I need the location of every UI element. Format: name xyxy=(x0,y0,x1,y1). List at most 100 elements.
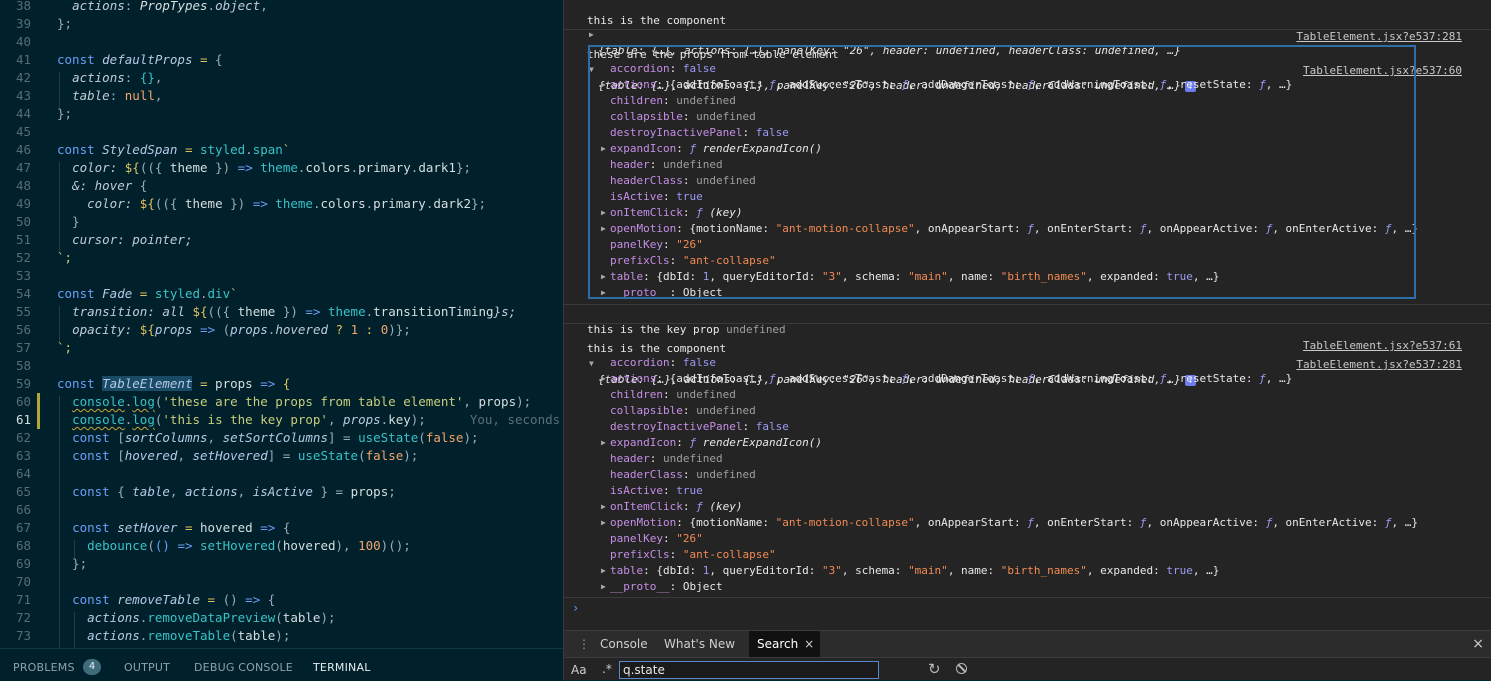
code-token: &: hover xyxy=(72,178,140,193)
expand-arrow-icon[interactable]: ▶ xyxy=(601,499,606,515)
code-token: { xyxy=(117,484,133,499)
code-token: colors xyxy=(320,196,366,211)
code-token: ( xyxy=(222,322,231,337)
tab-search[interactable]: Search × xyxy=(749,631,821,658)
tab-debug-console[interactable]: DEBUG CONSOLE xyxy=(194,661,293,674)
code-token: () xyxy=(154,538,170,553)
props-tree-row: children: undefined xyxy=(564,93,1491,109)
code-token: : xyxy=(109,88,125,103)
code-line: 43 table: null, xyxy=(0,87,563,105)
props-tree-row[interactable]: ▶ expandIcon: ƒ renderExpandIcon() xyxy=(564,435,1491,451)
props-tree-row[interactable]: ▶ openMotion: {motionName: "ant-motion-co… xyxy=(564,515,1491,531)
expand-arrow-icon[interactable]: ▶ xyxy=(601,285,606,301)
prop-value: ƒ xyxy=(1027,516,1034,529)
regex-icon[interactable]: .* xyxy=(602,662,612,676)
prop-value: "26" xyxy=(676,532,703,545)
tab-terminal[interactable]: TERMINAL xyxy=(313,661,371,674)
expand-arrow-icon[interactable]: ▶ xyxy=(601,515,606,531)
code-text: `; xyxy=(57,249,72,267)
code-token: log xyxy=(132,412,155,427)
prop-value: undefined xyxy=(676,388,736,401)
code-token: object xyxy=(215,0,261,13)
code-token: , xyxy=(154,70,163,85)
code-text: actions.removeTable(table); xyxy=(57,627,290,645)
prop-value: ƒ xyxy=(768,372,776,385)
tab-whats-new[interactable]: What's New xyxy=(656,631,743,658)
prop-value: true xyxy=(676,484,703,497)
expand-arrow-icon[interactable]: ▶ xyxy=(601,371,606,387)
console-object-summary[interactable]: ▼ {table: {…}, actions: {…}, panelKey: "… xyxy=(564,340,1491,386)
tab-console[interactable]: Console xyxy=(592,631,656,658)
expand-arrow-icon[interactable]: ▶ xyxy=(601,221,606,237)
search-bar: Aa .* ↻ xyxy=(564,657,1491,680)
console-object-summary[interactable]: ▼ {table: {…}, actions: {…}, panelKey: "… xyxy=(564,46,1491,92)
expand-arrow-icon[interactable]: ▶ xyxy=(601,579,606,595)
props-tree-entry: expandIcon: ƒ renderExpandIcon() xyxy=(610,436,822,449)
code-line: 66 xyxy=(0,501,563,519)
props-tree-row[interactable]: ▶ openMotion: {motionName: "ant-motion-co… xyxy=(564,221,1491,237)
code-token: )(); xyxy=(380,538,411,553)
prop-value: , resetState: xyxy=(1166,78,1260,91)
console-message: these are the props from table element T… xyxy=(564,31,1491,77)
props-tree-row[interactable]: ▶ onItemClick: ƒ (key) xyxy=(564,499,1491,515)
code-token: ${ xyxy=(192,304,208,319)
prop-value: (key) xyxy=(709,206,743,219)
prop-value: {motionName: xyxy=(689,222,776,235)
code-line: 42 actions: {}, xyxy=(0,69,563,87)
props-tree-row[interactable]: ▶ actions: {addInfoToast: ƒ, addSuccessTo… xyxy=(564,77,1491,93)
line-number: 62 xyxy=(15,430,31,445)
code-token: const xyxy=(72,448,118,463)
tab-output[interactable]: OUTPUT xyxy=(124,661,170,674)
expand-arrow-icon[interactable]: ▶ xyxy=(601,435,606,451)
close-drawer-icon[interactable]: × xyxy=(1464,631,1491,658)
code-token: => xyxy=(252,376,283,391)
code-token: 'this is the key prop' xyxy=(162,412,328,427)
code-token: setHover xyxy=(117,520,178,535)
console-prompt-icon[interactable]: › xyxy=(572,601,579,615)
props-tree-row: isActive: true xyxy=(564,189,1491,205)
clear-icon[interactable] xyxy=(956,663,967,674)
tab-problems[interactable]: PROBLEMS xyxy=(13,661,75,674)
expand-arrow-icon[interactable]: ▶ xyxy=(601,563,606,579)
search-input[interactable] xyxy=(619,661,879,679)
prop-key: openMotion xyxy=(610,222,677,235)
divider xyxy=(564,323,1491,324)
props-tree-row[interactable]: ▶ table: {dbId: 1, queryEditorId: "3", sc… xyxy=(564,563,1491,579)
close-tab-icon[interactable]: × xyxy=(804,631,814,658)
prop-key: expandIcon xyxy=(610,436,677,449)
code-text: const { table, actions, isActive } = pro… xyxy=(57,483,396,501)
match-case-icon[interactable]: Aa xyxy=(571,663,587,677)
refresh-icon[interactable]: ↻ xyxy=(928,660,941,678)
expand-arrow-icon[interactable]: ▶ xyxy=(601,269,606,285)
props-tree-row[interactable]: ▶ table: {dbId: 1, queryEditorId: "3", sc… xyxy=(564,269,1491,285)
expand-arrow-icon[interactable]: ▶ xyxy=(601,141,606,157)
code-token: PropTypes xyxy=(139,0,208,13)
line-number: 52 xyxy=(15,250,31,265)
code-editor[interactable]: 38 actions: PropTypes.object, 39}; 40 41 con… xyxy=(0,0,563,648)
props-tree-entry: destroyInactivePanel: false xyxy=(610,420,789,433)
props-tree-row[interactable]: ▶ expandIcon: ƒ renderExpandIcon() xyxy=(564,141,1491,157)
prop-value: , name: xyxy=(947,270,1001,283)
expand-arrow-icon[interactable]: ▶ xyxy=(601,205,606,221)
expand-arrow-icon[interactable]: ▶ xyxy=(601,77,606,93)
prop-value: , …} xyxy=(1391,222,1419,235)
code-line: 73 actions.removeTable(table); xyxy=(0,627,563,645)
props-tree-row[interactable]: ▶ onItemClick: ƒ (key) xyxy=(564,205,1491,221)
props-tree-row[interactable]: ▶ __proto__: Object xyxy=(564,579,1491,595)
code-token: transition: all xyxy=(72,304,193,319)
props-tree-entry: collapsible: undefined xyxy=(610,110,756,123)
line-number: 53 xyxy=(15,268,31,283)
code-text: cursor: pointer; xyxy=(57,231,192,249)
props-tree-row[interactable]: ▶ actions: {addInfoToast: ƒ, addSuccessTo… xyxy=(564,371,1491,387)
code-token: removeTable xyxy=(147,628,231,643)
code-line: 59 const TableElement = props => { xyxy=(0,375,563,393)
prop-value: (key) xyxy=(709,500,743,513)
code-token: }; xyxy=(57,106,73,121)
code-token: }) xyxy=(275,304,306,319)
code-token: dark1 xyxy=(418,160,456,175)
props-tree-row[interactable]: ▶ __proto__: Object xyxy=(564,285,1491,301)
code-line: 63 const [hovered, setHovered] = useStat… xyxy=(0,447,563,465)
code-token: () xyxy=(222,592,246,607)
console-object-summary[interactable]: ▶ {table: {…}, actions: {…}, panelKey: "… xyxy=(564,11,1491,57)
code-token: hovered xyxy=(275,322,328,337)
